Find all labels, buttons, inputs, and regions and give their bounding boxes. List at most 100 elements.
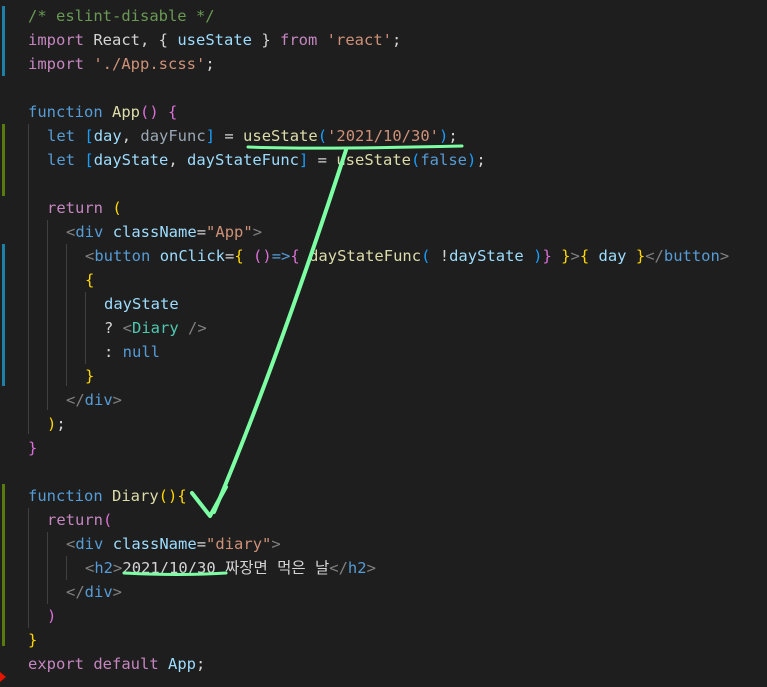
tag-bracket: > [112, 583, 123, 601]
bracket: ) [439, 127, 449, 145]
tag-name: div [84, 583, 113, 601]
code-line: : null [104, 340, 160, 364]
indent-guide [85, 292, 86, 364]
keyword: return [47, 511, 103, 529]
string: "App" [206, 223, 253, 241]
jsx-text: 2021/10/30 짜장면 먹은 날 [122, 559, 330, 577]
bracket: { [85, 271, 95, 289]
code-line: ) [47, 604, 56, 628]
tag-bracket: > [570, 247, 580, 265]
bracket: () [158, 487, 178, 505]
code-text: ; [205, 55, 215, 73]
tag-bracket: > [719, 247, 730, 265]
bracket: ( [421, 247, 431, 265]
code-line: function App() { [28, 100, 177, 124]
code-line: { [85, 268, 94, 292]
keyword: null [122, 343, 160, 361]
tag-bracket: </ [66, 583, 85, 601]
bracket: { [168, 103, 178, 121]
bracket: ] [205, 127, 216, 145]
code-line: let [day, dayFunc] = useState('2021/10/3… [47, 124, 458, 148]
keyword: function [28, 487, 103, 505]
code-line: let [dayState, dayStateFunc] = useState(… [47, 148, 486, 172]
code-line: <h2>2021/10/30 짜장면 먹은 날</h2> [85, 556, 376, 580]
bracket: ( [112, 199, 122, 217]
code-text: = [196, 535, 207, 553]
keyword: export [28, 655, 84, 673]
keyword: from [279, 31, 318, 49]
bracket: { [177, 487, 187, 505]
code-text: , [121, 127, 141, 145]
code-text: ; [476, 151, 486, 169]
identifier: dayFunc [140, 127, 206, 145]
tag-bracket: </ [645, 247, 664, 265]
bracket: ] [299, 151, 309, 169]
tag-bracket: < [122, 319, 133, 337]
code-line: return( [47, 508, 112, 532]
code-line: } [28, 628, 37, 652]
bracket: { [290, 247, 300, 265]
bracket: } [28, 439, 38, 457]
tag-name: button [94, 247, 151, 265]
code-text: ; [391, 31, 402, 49]
code-text: = [225, 247, 235, 265]
bracket: ) [467, 151, 477, 169]
identifier: dayState [93, 151, 169, 169]
function-name: Diary [112, 487, 159, 505]
tag-name: h2 [94, 559, 114, 577]
code-text: , [168, 151, 188, 169]
code-editor[interactable]: /* eslint-disable */ import React, { use… [0, 0, 767, 687]
code-line: return ( [47, 196, 122, 220]
bracket: ( [103, 511, 113, 529]
code-text: ? [104, 319, 123, 337]
keyword: let [47, 127, 75, 145]
indent-guide [66, 556, 67, 580]
string: '2021/10/30' [327, 127, 440, 145]
bracket: } [542, 247, 552, 265]
bracket: () [140, 103, 159, 121]
keyword: false [420, 151, 468, 169]
tag-name: div [75, 535, 104, 553]
tag-bracket: </ [66, 391, 85, 409]
gutter-modified-bar [2, 244, 5, 386]
tag-bracket: < [85, 247, 95, 265]
attribute: className [112, 535, 197, 553]
bracket: } [28, 631, 38, 649]
keyword: import [28, 31, 84, 49]
code-line: function Diary(){ [28, 484, 187, 508]
tag-bracket: > [252, 223, 263, 241]
code-text: ! [439, 247, 450, 265]
arrow-head [190, 485, 228, 518]
identifier: useState [177, 31, 252, 49]
indent-guide [28, 508, 29, 628]
bracket: ) [47, 415, 57, 433]
indent-guide [28, 124, 29, 434]
indent-guide [47, 532, 48, 604]
code-text: ; [448, 127, 458, 145]
keyword: let [47, 151, 75, 169]
bracket: () [253, 247, 272, 265]
gutter-added-bar [2, 484, 5, 646]
arrow-operator: => [271, 247, 291, 265]
keyword: import [28, 55, 84, 73]
code-line: <button onClick={ ()=>{ dayStateFunc( !d… [85, 244, 729, 268]
bracket: ( [411, 151, 421, 169]
identifier: dayState [104, 295, 179, 313]
code-text: = [215, 127, 244, 145]
function-name: useState [243, 127, 318, 145]
error-marker-icon [0, 672, 6, 682]
code-text: : [104, 343, 123, 361]
